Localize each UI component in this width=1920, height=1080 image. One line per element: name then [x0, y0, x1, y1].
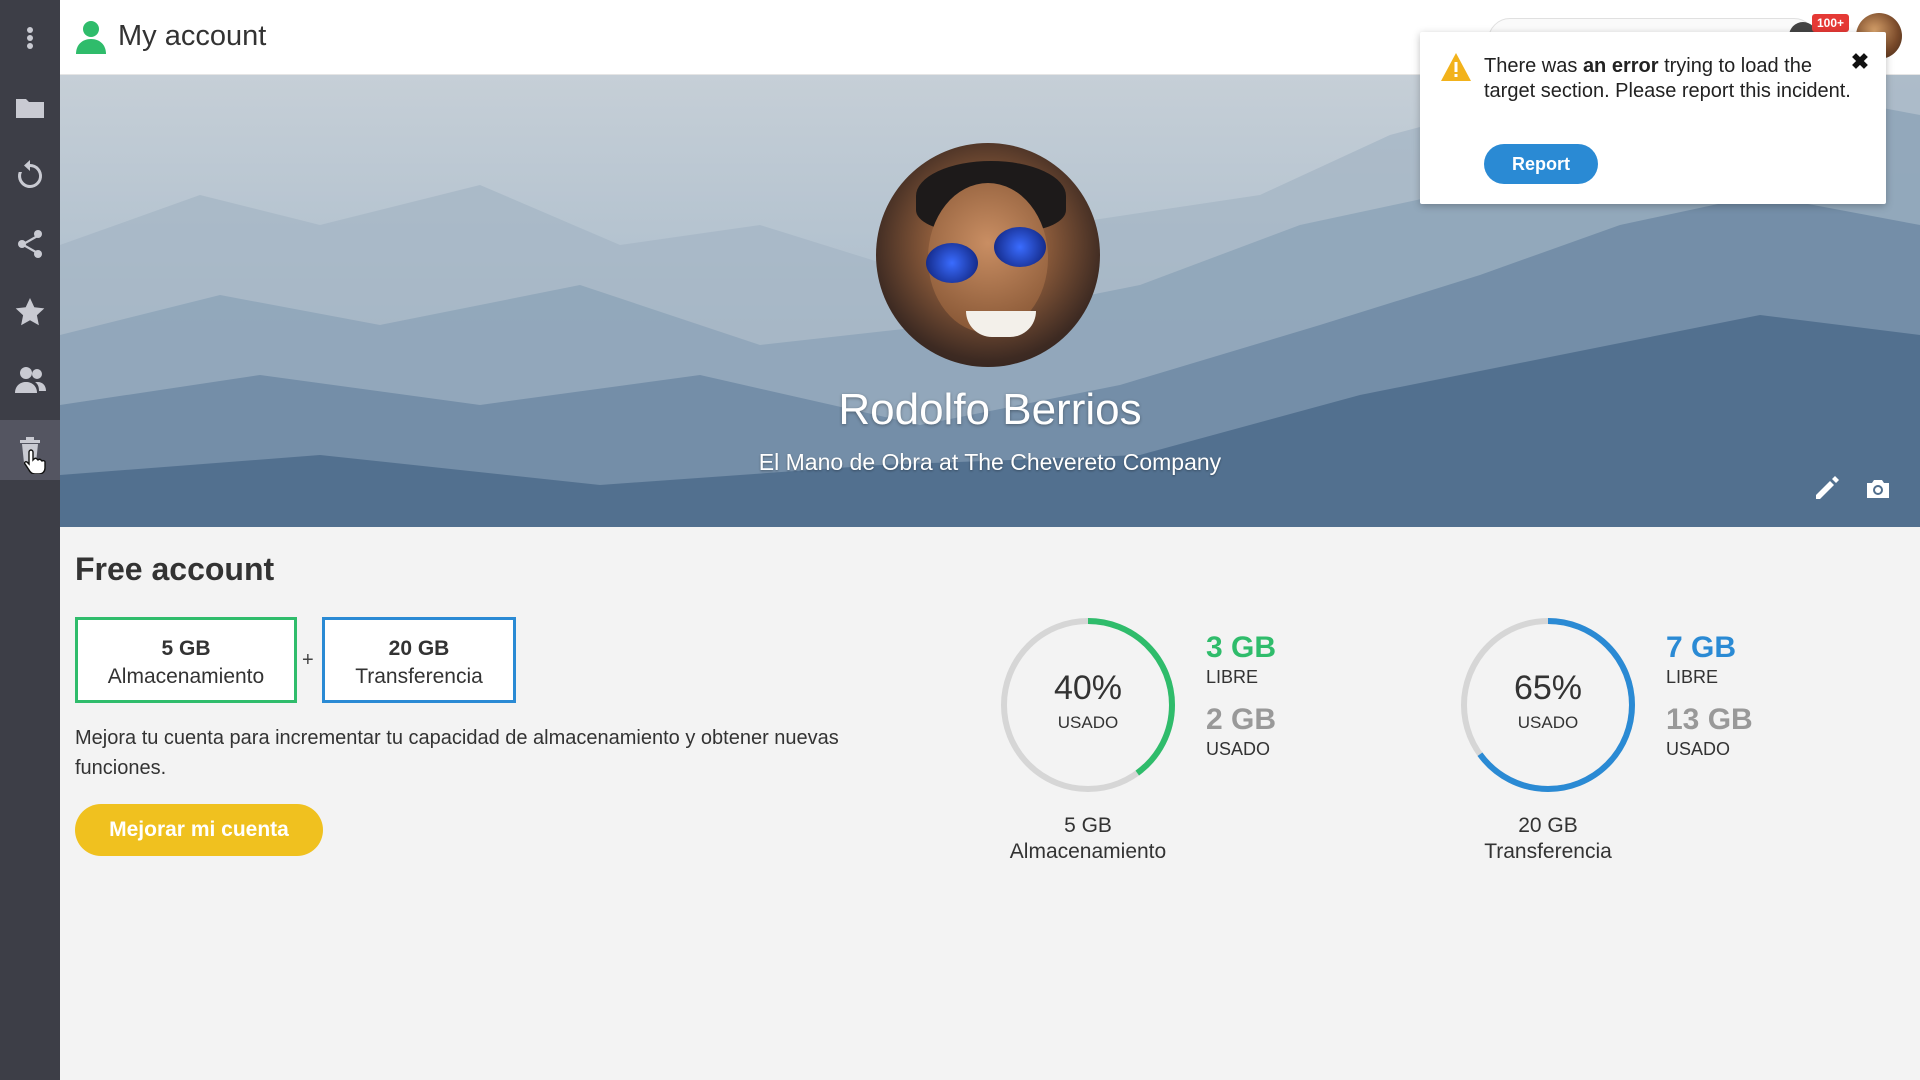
profile-name: Rodolfo Berrios: [838, 385, 1142, 434]
pencil-icon[interactable]: [1812, 475, 1840, 503]
notifications-badge: 100+: [1812, 14, 1850, 32]
plan-title: Free account: [75, 551, 275, 587]
sidebar-item-files[interactable]: [0, 78, 60, 138]
camera-icon[interactable]: [1864, 475, 1892, 503]
storage-box: 5 GB Almacenamiento: [75, 617, 297, 703]
sidebar-item-favorites[interactable]: [0, 282, 60, 342]
history-icon: [18, 160, 43, 188]
menu-dots-icon: [27, 27, 33, 49]
folder-icon: [16, 99, 44, 118]
menu-button[interactable]: [0, 8, 60, 68]
user-icon: [76, 21, 106, 54]
storage-used-label: USADO: [1057, 713, 1119, 732]
storage-free-value: 3 GB: [1206, 631, 1277, 664]
storage-used-value: 2 GB: [1206, 703, 1277, 736]
transfer-caption: 20 GB Transferencia: [1484, 814, 1612, 863]
transfer-percent: 65%: [1513, 669, 1583, 707]
storage-free-label: LIBRE: [1206, 667, 1259, 687]
close-icon[interactable]: ✖: [1848, 50, 1872, 74]
profile-photo[interactable]: [876, 143, 1100, 367]
warning-icon: [1441, 53, 1471, 81]
plus-sign: +: [302, 649, 314, 671]
account-panel: Free account 5 GB Almacenamiento + 20 GB…: [60, 527, 1920, 1080]
error-toast: There was an error trying to load the ta…: [1420, 32, 1886, 204]
upgrade-button[interactable]: Mejorar mi cuenta: [75, 804, 323, 856]
report-button[interactable]: Report: [1484, 144, 1598, 184]
page-title: My account: [118, 20, 267, 52]
transfer-free-value: 7 GB: [1666, 631, 1737, 664]
transfer-usage-chart: 65% USADO: [1458, 615, 1638, 795]
transfer-used-value: 13 GB: [1666, 703, 1753, 736]
transfer-used-label: USADO: [1517, 713, 1579, 732]
transfer-free-label: LIBRE: [1666, 667, 1719, 687]
profile-subtitle: El Mano de Obra at The Chevereto Company: [758, 449, 1222, 475]
star-icon: [15, 298, 45, 326]
transfer-used-value-label: USADO: [1666, 739, 1731, 759]
sidebar-item-trash[interactable]: [0, 420, 60, 480]
transfer-box: 20 GB Transferencia: [322, 617, 516, 703]
storage-percent: 40%: [1053, 669, 1123, 707]
hand-cursor-icon: [24, 449, 46, 474]
sidebar-item-contacts[interactable]: [0, 350, 60, 410]
storage-usage-chart: 40% USADO: [998, 615, 1178, 795]
share-icon: [18, 230, 42, 258]
sidebar-item-shared[interactable]: [0, 214, 60, 274]
error-message: There was an error trying to load the ta…: [1484, 55, 1851, 102]
upgrade-description: Mejora tu cuenta para incrementar tu cap…: [75, 727, 839, 779]
storage-used-value-label: USADO: [1206, 739, 1271, 759]
sidebar: [0, 0, 60, 1080]
storage-caption: 5 GB Almacenamiento: [1009, 814, 1167, 863]
sidebar-item-recent[interactable]: [0, 146, 60, 206]
users-icon: [15, 367, 46, 393]
